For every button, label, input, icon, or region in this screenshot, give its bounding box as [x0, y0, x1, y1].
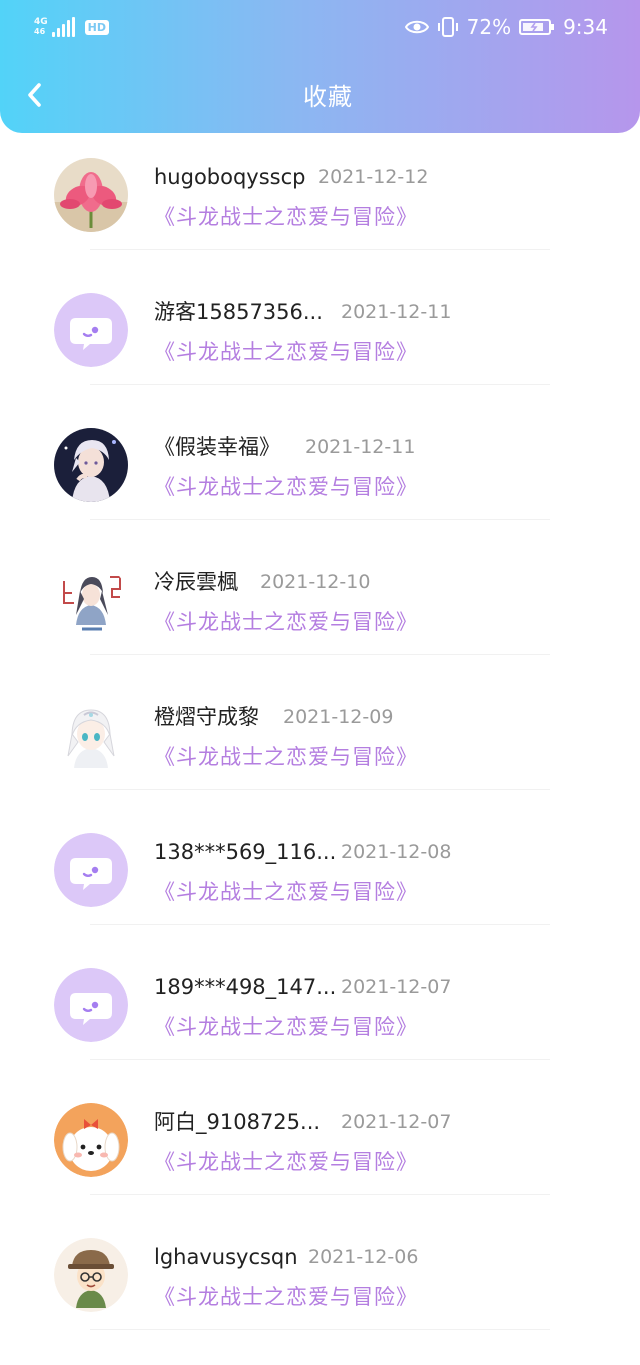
clock-time: 9:34 — [563, 15, 608, 39]
username: lghavusycsqn — [154, 1245, 298, 1269]
divider — [90, 1194, 550, 1195]
page-title: 收藏 — [303, 83, 353, 111]
username: 138***569_116... — [154, 840, 337, 864]
work-title[interactable]: 《斗龙战士之恋爱与冒险》 — [154, 1012, 418, 1042]
vibrate-icon — [437, 16, 459, 38]
divider — [90, 789, 550, 790]
favorite-date: 2021-12-11 — [341, 301, 452, 323]
default-chat-avatar[interactable] — [54, 833, 128, 907]
favorites-list: hugoboqysscp 2021-12-12 《斗龙战士之恋爱与冒险》 游客1… — [0, 150, 640, 1365]
list-item[interactable]: hugoboqysscp 2021-12-12 《斗龙战士之恋爱与冒险》 — [0, 150, 640, 285]
favorite-date: 2021-12-08 — [341, 841, 452, 863]
anime-ancient-avatar[interactable] — [54, 563, 128, 637]
default-chat-avatar[interactable] — [54, 968, 128, 1042]
username: 《假装幸福》 — [154, 435, 280, 459]
list-item[interactable]: 138***569_116... 2021-12-08 《斗龙战士之恋爱与冒险》 — [0, 825, 640, 960]
nav-bar: 收藏 — [0, 62, 640, 132]
work-title[interactable]: 《斗龙战士之恋爱与冒险》 — [154, 337, 418, 367]
lotus-avatar[interactable] — [54, 158, 128, 232]
username: 阿白_9108725... — [154, 1110, 321, 1134]
username: 189***498_147... — [154, 975, 337, 999]
default-chat-avatar[interactable] — [54, 293, 128, 367]
status-left: 4G 46 HD — [34, 14, 109, 40]
work-title[interactable]: 《斗龙战士之恋爱与冒险》 — [154, 202, 418, 232]
work-title[interactable]: 《斗龙战士之恋爱与冒险》 — [154, 1147, 418, 1177]
username: hugoboqysscp — [154, 165, 306, 189]
favorite-date: 2021-12-09 — [283, 706, 394, 728]
battery-percent: 72% — [466, 15, 512, 39]
divider — [90, 1329, 550, 1330]
work-title[interactable]: 《斗龙战士之恋爱与冒险》 — [154, 742, 418, 772]
list-item[interactable]: 游客15857356... 2021-12-11 《斗龙战士之恋爱与冒险》 — [0, 285, 640, 420]
list-item[interactable]: 189***498_147... 2021-12-07 《斗龙战士之恋爱与冒险》 — [0, 960, 640, 1095]
status-right: 72% 9:34 — [404, 14, 608, 40]
battery-icon — [519, 17, 555, 37]
divider — [90, 654, 550, 655]
username: 橙熠守成黎 — [154, 705, 259, 729]
favorite-date: 2021-12-10 — [260, 571, 371, 593]
status-bar: 4G 46 HD 72% 9:34 — [0, 0, 640, 56]
work-title[interactable]: 《斗龙战士之恋爱与冒险》 — [154, 1282, 418, 1312]
divider — [90, 924, 550, 925]
list-item[interactable]: 阿白_9108725... 2021-12-07 《斗龙战士之恋爱与冒险》 — [0, 1095, 640, 1230]
signal-strength-icon — [51, 17, 75, 37]
favorite-date: 2021-12-07 — [341, 1111, 452, 1133]
divider — [90, 384, 550, 385]
anime-boy-avatar[interactable] — [54, 428, 128, 502]
work-title[interactable]: 《斗龙战士之恋爱与冒险》 — [154, 607, 418, 637]
username: 游客15857356... — [154, 300, 323, 324]
username: 冷辰雲楓 — [154, 570, 238, 594]
list-item[interactable]: 橙熠守成黎 2021-12-09 《斗龙战士之恋爱与冒险》 — [0, 690, 640, 825]
work-title[interactable]: 《斗龙战士之恋爱与冒险》 — [154, 472, 418, 502]
favorite-date: 2021-12-07 — [341, 976, 452, 998]
network-type-label: 4G 46 — [34, 17, 48, 37]
header-bar: 4G 46 HD 72% 9:34 收藏 — [0, 0, 640, 133]
cartoon-boy-avatar[interactable] — [54, 1238, 128, 1312]
puppy-avatar[interactable] — [54, 1103, 128, 1177]
divider — [90, 249, 550, 250]
list-item[interactable]: 《假装幸福》 2021-12-11 《斗龙战士之恋爱与冒险》 — [0, 420, 640, 555]
list-item[interactable]: lghavusycsqn 2021-12-06 《斗龙战士之恋爱与冒险》 — [0, 1230, 640, 1365]
divider — [90, 519, 550, 520]
hd-badge: HD — [84, 19, 109, 35]
list-item[interactable]: 冷辰雲楓 2021-12-10 《斗龙战士之恋爱与冒险》 — [0, 555, 640, 690]
anime-girl-avatar[interactable] — [54, 698, 128, 772]
favorite-date: 2021-12-11 — [305, 436, 416, 458]
favorite-date: 2021-12-06 — [308, 1246, 419, 1268]
eye-icon — [404, 18, 429, 36]
divider — [90, 1059, 550, 1060]
work-title[interactable]: 《斗龙战士之恋爱与冒险》 — [154, 877, 418, 907]
favorite-date: 2021-12-12 — [318, 166, 429, 188]
